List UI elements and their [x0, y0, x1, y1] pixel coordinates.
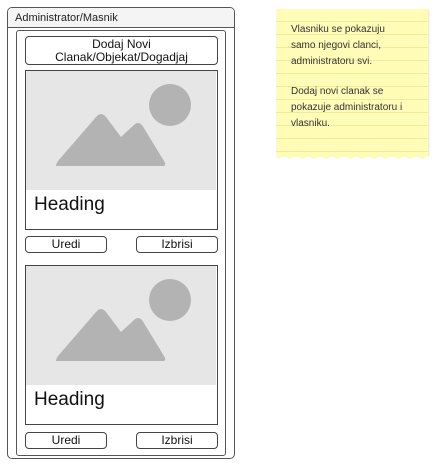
- note-line: samo njegovi clanci,: [291, 40, 382, 51]
- edit-button[interactable]: Uredi: [25, 236, 107, 253]
- article-card: Heading: [25, 70, 218, 230]
- edit-button[interactable]: Uredi: [25, 432, 107, 449]
- card-heading: Heading: [34, 389, 105, 410]
- note-line: Vlasniku se pokazuju: [291, 24, 385, 35]
- note-torn-edge: [276, 154, 428, 159]
- delete-button[interactable]: Izbrisi: [136, 236, 218, 253]
- note-line: administratoru svi.: [291, 56, 373, 67]
- note-line: vlasniku.: [291, 118, 330, 129]
- add-new-item-button[interactable]: Dodaj Novi Clanak/Objekat/Dogadjaj: [25, 36, 218, 65]
- sticky-note: Vlasniku se pokazuju samo njegovi clanci…: [276, 9, 428, 159]
- window-title: Administrator/Masnik: [8, 8, 234, 28]
- article-card: Heading: [25, 265, 218, 425]
- delete-button[interactable]: Izbrisi: [136, 432, 218, 449]
- card-heading: Heading: [34, 194, 105, 215]
- add-button-line2: Clanak/Objekat/Dogadjaj: [55, 50, 188, 64]
- note-line: pokazuje administratoru i: [291, 102, 403, 113]
- image-placeholder-icon: [26, 266, 216, 385]
- image-placeholder-icon: [26, 71, 216, 190]
- note-line: Dodaj novi clanak se: [291, 86, 384, 97]
